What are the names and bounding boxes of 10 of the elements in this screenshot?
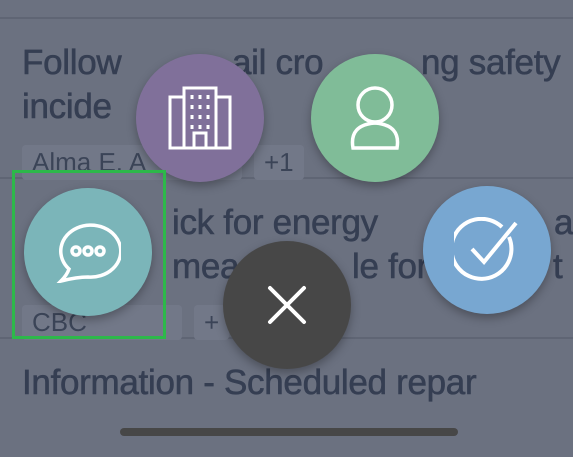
tag-chip: +1 [254, 145, 304, 180]
card-title-text: ng safety [421, 43, 560, 82]
tag-chip: + [194, 305, 230, 340]
card-title-text: incide [22, 87, 112, 126]
building-icon [167, 85, 233, 151]
card-title-text: Information - Scheduled repar [22, 363, 476, 402]
card-title-text: Follow [22, 43, 122, 82]
check-circle-icon [454, 217, 520, 283]
chat-bubble-icon [55, 221, 121, 283]
close-icon [267, 285, 307, 325]
